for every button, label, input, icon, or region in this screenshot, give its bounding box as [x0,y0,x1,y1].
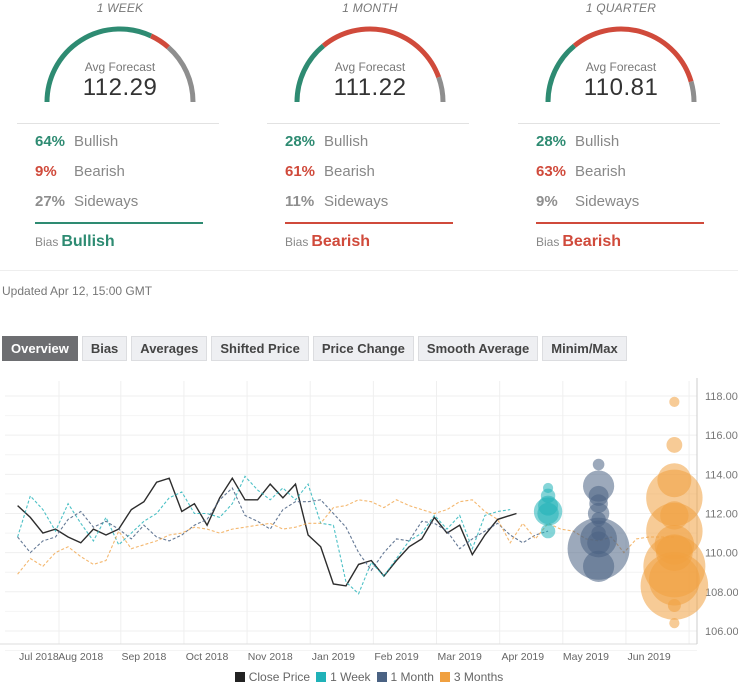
y-tick-label: 118.00 [705,391,738,403]
chart-legend: Close Price 1 Week 1 Month 3 Months [0,670,738,684]
section-divider [0,270,738,271]
legend-item-1-week[interactable]: 1 Week [316,670,371,684]
panel-title: 1 WEEK [96,1,144,15]
bearish-percent: 61% [285,163,316,180]
panel-divider [17,123,219,124]
bias-value: Bullish [61,233,115,250]
avg-forecast-value: 111.22 [333,74,407,101]
chart-tabs: Overview Bias Averages Shifted Price Price C… [2,336,631,361]
x-tick-label: Nov 2018 [248,651,293,663]
y-tick-label: 116.00 [705,430,738,442]
bias-underline [35,222,203,224]
tab-averages[interactable]: Averages [131,336,208,361]
forecast-bubble-3-months [669,396,680,407]
forecast-bubble-1-month [592,458,605,471]
forecast-chart: 118.00 116.00 114.00 112.00 110.00 108.00 106.… [0,378,738,663]
forecast-bubble-3-months [669,618,680,629]
x-tick-label: Jul 2018 [19,651,59,663]
sideways-label: Sideways [575,193,640,210]
legend-label: 1 Week [330,670,371,684]
sideways-percent: 9% [536,193,558,210]
x-tick-label: Jun 2019 [628,651,671,663]
legend-item-3-months[interactable]: 3 Months [439,670,504,684]
bias-indicator: Bias Bearish [536,233,621,251]
legend-label: Close Price [248,670,311,684]
legend-swatch [439,672,450,682]
bearish-percent: 63% [536,163,567,180]
bullish-percent: 28% [536,133,567,150]
x-tick-label: Jan 2019 [312,651,355,663]
panel-divider [267,123,469,124]
bias-label: Bias [536,235,560,249]
tab-smooth-average[interactable]: Smooth Average [417,336,539,361]
forecast-bubble-1-week [537,502,559,525]
x-tick-label: May 2019 [563,651,609,663]
bearish-label: Bearish [324,163,375,180]
forecast-bubble-3-months [667,599,681,613]
avg-forecast-value: 112.29 [82,74,158,101]
x-tick-label: Mar 2019 [437,651,482,663]
sideways-label: Sideways [74,193,139,210]
panel-title: 1 QUARTER [585,1,657,15]
y-tick-label: 106.00 [705,626,738,638]
tab-shifted-price[interactable]: Shifted Price [211,336,309,361]
bearish-label: Bearish [575,163,626,180]
forecast-bubble-1-month [591,525,606,541]
tab-minim-max[interactable]: Minim/Max [542,336,627,361]
forecast-panels: 1 WEEK Avg Forecast 112.29 64% Bullish 9% Bear… [0,0,738,270]
forecast-bubble-3-months [666,437,683,453]
tab-price-change[interactable]: Price Change [312,336,414,361]
sideways-percent: 27% [35,193,66,210]
sideways-label: Sideways [324,193,389,210]
bullish-label: Bullish [324,133,369,150]
legend-swatch [234,672,245,682]
series-line-1-month [17,487,549,572]
x-tick-label: Aug 2018 [58,651,103,663]
y-tick-label: 110.00 [705,548,738,560]
panel-title: 1 MONTH [342,1,398,15]
legend-swatch [376,672,387,682]
tab-bias[interactable]: Bias [81,336,128,361]
legend-label: 3 Months [453,670,504,684]
x-tick-label: Oct 2018 [186,651,229,663]
x-tick-label: Apr 2019 [502,651,545,663]
sideways-percent: 11% [285,193,315,210]
gauge-segment-bearish [149,33,170,50]
bearish-percent: 9% [35,163,57,180]
y-tick-label: 112.00 [705,508,738,520]
bullish-percent: 28% [285,133,316,150]
y-tick-label: 114.00 [705,469,738,481]
bias-label: Bias [285,235,309,249]
bullish-label: Bullish [575,133,620,150]
bias-underline [285,222,453,224]
avg-forecast-value: 110.81 [583,74,659,101]
bias-value: Bearish [311,233,371,250]
x-tick-label: Feb 2019 [374,651,419,663]
panel-divider [518,123,720,124]
avg-forecast-label: Avg Forecast [334,60,406,74]
bias-value: Bearish [562,233,622,250]
forecast-bubble-1-week [540,523,556,539]
avg-forecast-label: Avg Forecast [585,60,657,74]
updated-timestamp: Updated Apr 12, 15:00 GMT [2,284,153,298]
legend-item-1-month[interactable]: 1 Month [376,670,434,684]
bias-underline [536,222,704,224]
bullish-percent: 64% [35,133,66,150]
tab-overview[interactable]: Overview [2,336,78,361]
x-tick-label: Sep 2018 [121,651,166,663]
y-tick-label: 108.00 [705,587,738,599]
legend-item-close-price[interactable]: Close Price [234,670,311,684]
bias-indicator: Bias Bullish [35,233,115,251]
bullish-label: Bullish [74,133,119,150]
bias-indicator: Bias Bearish [285,233,370,251]
forecast-bubble-1-month [582,550,615,582]
legend-label: 1 Month [390,670,434,684]
legend-swatch [316,672,327,682]
avg-forecast-label: Avg Forecast [84,60,156,74]
bias-label: Bias [35,235,59,249]
bearish-label: Bearish [74,163,125,180]
